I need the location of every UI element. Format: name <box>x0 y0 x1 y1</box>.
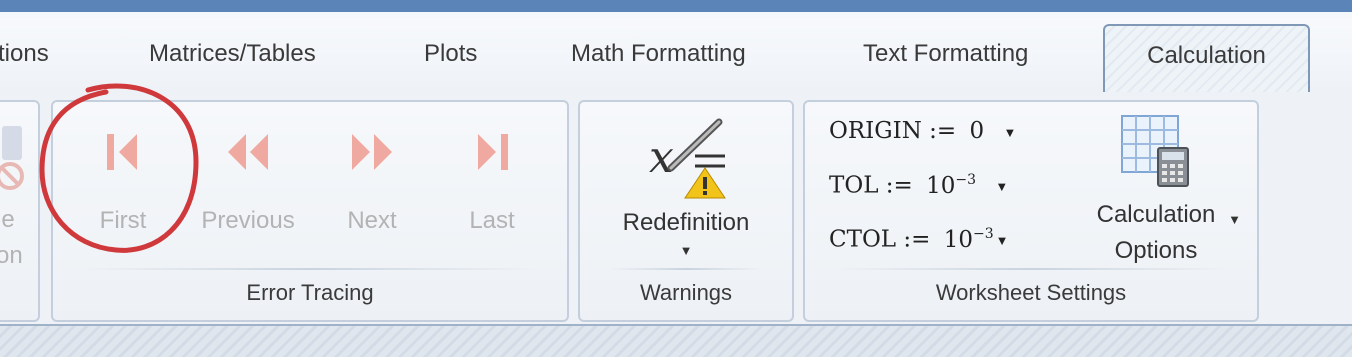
tab-text-formatting[interactable]: Text Formatting <box>863 40 1028 68</box>
partial-disabled-icon <box>0 126 24 190</box>
tab-calculation-label: Calculation <box>1147 42 1266 69</box>
origin-setting[interactable]: ORIGIN := 0 ▼ <box>829 118 1016 144</box>
worksheet-settings-group-label: Worksheet Settings <box>935 280 1127 305</box>
window-title-bar <box>0 0 1352 12</box>
calculation-options-label: Calculation Options <box>1096 201 1216 264</box>
calculation-options-button[interactable]: Calculation Options ▼ <box>1071 110 1241 269</box>
caret-down-icon: ▼ <box>995 179 1009 195</box>
tab-functions[interactable]: tions <box>0 40 49 68</box>
last-button[interactable]: Last <box>447 130 537 235</box>
next-icon <box>352 134 392 170</box>
tab-calculation[interactable]: Calculation <box>1103 24 1310 94</box>
tab-matrices-tables[interactable]: Matrices/Tables <box>149 40 316 68</box>
group-separator <box>835 268 1227 270</box>
caret-down-icon: ▼ <box>1228 212 1241 227</box>
caret-down-icon: ▼ <box>995 233 1009 249</box>
annotation-circle <box>39 83 199 253</box>
svg-text:x: x <box>649 132 674 183</box>
tol-setting[interactable]: TOL := 10−3 ▼ <box>829 172 1008 199</box>
ctol-setting[interactable]: CTOL := 10−3 ▼ <box>829 226 1009 253</box>
tab-plots[interactable]: Plots <box>424 40 477 68</box>
redefinition-button[interactable]: x Redefinition ▼ <box>580 114 792 258</box>
last-icon <box>478 134 508 170</box>
ribbon-panel: le on First Previous Next <box>0 83 1352 324</box>
caret-down-icon: ▼ <box>1003 124 1017 140</box>
bottom-strip <box>0 324 1352 357</box>
caret-down-icon: ▼ <box>679 243 693 258</box>
previous-icon <box>228 134 268 170</box>
next-label: Next <box>347 207 397 234</box>
next-button[interactable]: Next <box>325 130 419 235</box>
error-tracing-group-label: Error Tracing <box>246 280 374 305</box>
group-separator <box>83 268 537 270</box>
calculation-options-icon <box>1121 115 1189 187</box>
warnings-group: x Redefinition ▼ Warnings <box>578 100 794 322</box>
tab-math-formatting[interactable]: Math Formatting <box>571 40 746 68</box>
warnings-group-label: Warnings <box>639 280 733 305</box>
last-label: Last <box>469 207 515 234</box>
previous-button[interactable]: Previous <box>191 130 305 235</box>
redefinition-label: Redefinition <box>622 209 750 236</box>
group-separator <box>610 268 762 270</box>
partial-button-label[interactable]: le on <box>0 202 23 274</box>
worksheet-settings-group: ORIGIN := 0 ▼ TOL := 10−3 ▼ CTOL := 10−3… <box>803 100 1259 322</box>
partial-group: le on <box>0 100 40 322</box>
redefinition-warning-icon: x <box>649 118 726 199</box>
previous-label: Previous <box>201 207 295 234</box>
